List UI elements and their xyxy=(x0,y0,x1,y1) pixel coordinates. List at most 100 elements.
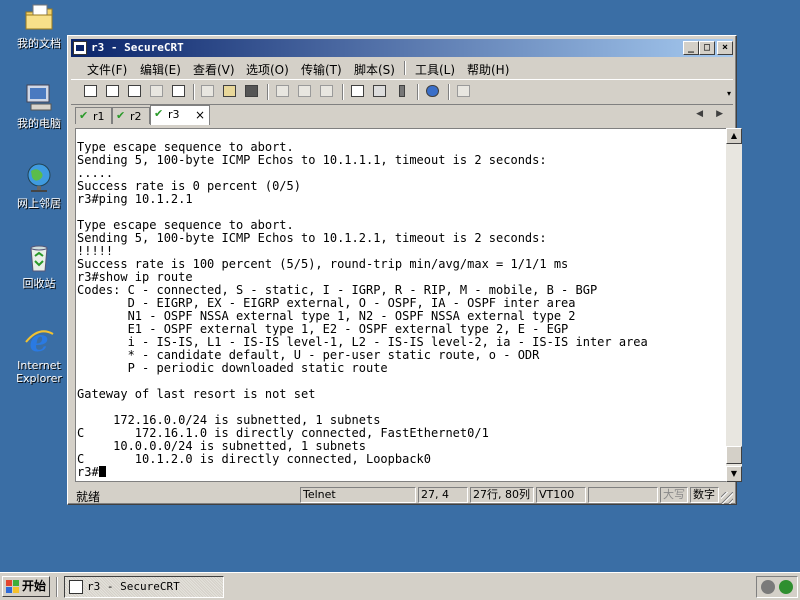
securecrt-window: r3 - SecureCRT _ □ × 文件(F) 编辑(E) 查看(V) 选… xyxy=(67,35,742,505)
toolbar-separator xyxy=(448,84,450,100)
terminal-line: C 10.1.2.0 is directly connected, Loopba… xyxy=(77,452,432,466)
my-documents-icon xyxy=(23,2,55,34)
resize-grip[interactable] xyxy=(721,492,733,504)
vertical-scrollbar[interactable]: ▲ ▼ xyxy=(726,128,742,482)
terminal-line: r3#ping 10.1.2.1 xyxy=(77,192,193,206)
menu-options[interactable]: 选项(O) xyxy=(246,61,289,78)
tray-network-icon[interactable] xyxy=(779,580,793,594)
status-terminal-size: 27行, 80列 xyxy=(470,487,534,503)
key-map-button[interactable] xyxy=(393,83,411,100)
about-icon xyxy=(457,85,470,97)
terminal-output[interactable]: Type escape sequence to abort. Sending 5,… xyxy=(75,128,726,482)
tab-close-icon[interactable]: × xyxy=(195,108,205,122)
about-button[interactable] xyxy=(455,83,473,100)
connected-check-icon: ✔ xyxy=(154,107,164,120)
paste-icon xyxy=(223,85,236,97)
menu-edit[interactable]: 编辑(E) xyxy=(140,61,181,78)
internet-explorer-icon: e xyxy=(23,324,55,359)
menu-tools[interactable]: 工具(L) xyxy=(415,61,455,78)
terminal-line: P - periodic downloaded static route xyxy=(77,361,388,375)
my-computer-icon xyxy=(23,82,55,114)
key-icon xyxy=(399,85,405,97)
reconnect-icon xyxy=(150,85,163,97)
scroll-thumb[interactable] xyxy=(726,446,742,464)
minimize-button[interactable]: _ xyxy=(683,41,699,55)
toolbar: ▾ xyxy=(71,79,733,105)
taskbar-button-securecrt[interactable]: r3 - SecureCRT xyxy=(64,576,224,598)
status-cursor-position: 27, 4 xyxy=(418,487,468,503)
menu-script[interactable]: 脚本(S) xyxy=(354,61,395,78)
reconnect-button[interactable] xyxy=(148,83,166,100)
terminal-lines: Type escape sequence to abort. Sending 5,… xyxy=(77,141,726,479)
print-setup-icon xyxy=(276,85,289,97)
desktop-icon-my-documents[interactable]: 我的文档 xyxy=(8,2,70,50)
title-bar[interactable]: r3 - SecureCRT _ □ × xyxy=(71,39,733,57)
connect-button[interactable] xyxy=(82,83,100,100)
desktop-icon-label: 我的文档 xyxy=(17,37,61,50)
help-button[interactable] xyxy=(424,83,442,100)
print-button[interactable] xyxy=(318,83,336,100)
terminal-cursor xyxy=(98,466,106,477)
quick-connect-button[interactable] xyxy=(104,83,122,100)
connected-check-icon: ✔ xyxy=(116,109,126,122)
disconnect-button[interactable] xyxy=(170,83,188,100)
menu-view[interactable]: 查看(V) xyxy=(193,61,235,78)
start-button[interactable]: 开始 xyxy=(2,576,50,597)
desktop-icon-recycle-bin[interactable]: 回收站 xyxy=(8,242,70,290)
terminal-line: Sending 5, 100-byte ICMP Echos to 10.1.2… xyxy=(77,231,547,245)
window-title: r3 - SecureCRT xyxy=(91,41,184,54)
desktop-icon-internet-explorer[interactable]: e Internet Explorer xyxy=(8,324,70,385)
gear-icon xyxy=(373,85,386,97)
help-icon xyxy=(426,85,439,97)
find-button[interactable] xyxy=(243,83,261,100)
securecrt-app-icon xyxy=(69,580,83,594)
desktop-icon-label: 我的电脑 xyxy=(17,117,61,130)
desktop-icon-network-places[interactable]: 网上邻居 xyxy=(8,162,70,210)
status-num-lock: 数字 xyxy=(690,487,719,503)
menu-file[interactable]: 文件(F) xyxy=(87,61,127,78)
toolbar-overflow-icon[interactable]: ▾ xyxy=(727,89,731,98)
copy-button[interactable] xyxy=(199,83,217,100)
status-caps-lock: 大写 xyxy=(660,487,688,503)
system-tray xyxy=(756,576,798,598)
print-setup-button[interactable] xyxy=(274,83,292,100)
connect-in-tab-button[interactable] xyxy=(126,83,144,100)
taskbar-separator xyxy=(56,577,58,597)
connect-icon xyxy=(84,85,97,97)
menu-transfer[interactable]: 传输(T) xyxy=(301,61,342,78)
taskbar-button-label: r3 - SecureCRT xyxy=(87,580,180,593)
paste-button[interactable] xyxy=(221,83,239,100)
tab-r3[interactable]: ✔ r3 × xyxy=(150,105,210,125)
network-places-icon xyxy=(23,162,55,194)
scroll-up-button[interactable]: ▲ xyxy=(726,128,742,144)
connected-check-icon: ✔ xyxy=(79,109,89,122)
recycle-bin-icon xyxy=(23,242,55,274)
session-options-button[interactable] xyxy=(349,83,367,100)
close-button[interactable]: × xyxy=(717,41,733,55)
terminal-line: Sending 5, 100-byte ICMP Echos to 10.1.1… xyxy=(77,153,547,167)
terminal-line: Gateway of last resort is not set xyxy=(77,387,316,401)
global-options-button[interactable] xyxy=(371,83,389,100)
taskbar: 开始 r3 - SecureCRT xyxy=(0,572,800,600)
tab-r1[interactable]: ✔ r1 xyxy=(75,107,112,124)
print-selection-icon xyxy=(298,85,311,97)
maximize-button[interactable]: □ xyxy=(699,41,715,55)
tab-r2[interactable]: ✔ r2 xyxy=(112,107,150,124)
status-ready: 就绪 xyxy=(76,490,101,504)
session-options-icon xyxy=(351,85,364,97)
status-bar: 就绪 Telnet 27, 4 27行, 80列 VT100 大写 数字 xyxy=(71,486,733,504)
toolbar-separator xyxy=(417,84,419,100)
menu-help[interactable]: 帮助(H) xyxy=(467,61,509,78)
tab-scroll-left-icon[interactable]: ◀ xyxy=(696,109,703,119)
scroll-down-button[interactable]: ▼ xyxy=(726,466,742,482)
desktop-icon-label: 回收站 xyxy=(22,277,56,290)
print-selection-button[interactable] xyxy=(296,83,314,100)
windows-logo-icon xyxy=(6,580,19,593)
menu-bar: 文件(F) 编辑(E) 查看(V) 选项(O) 传输(T) 脚本(S) 工具(L… xyxy=(71,58,733,78)
toolbar-separator xyxy=(193,84,195,100)
tab-scroll-right-icon[interactable]: ▶ xyxy=(716,109,723,119)
toolbar-separator xyxy=(267,84,269,100)
tray-monitor-icon[interactable] xyxy=(761,580,775,594)
session-tab-bar: ✔ r1 ✔ r2 ✔ r3 × ◀ ▶ xyxy=(71,105,733,125)
desktop-icon-my-computer[interactable]: 我的电脑 xyxy=(8,82,70,130)
